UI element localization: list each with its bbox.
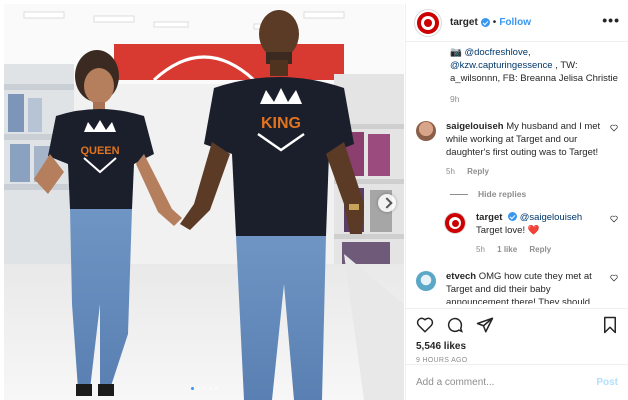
reply-item: target @saigelouiseh Target love! ❤️ 5h … [444,211,618,256]
post-header: target • Follow ••• [406,4,628,42]
comment-icon[interactable] [446,316,464,334]
comment-input[interactable] [416,377,597,388]
save-bookmark-icon[interactable] [602,316,618,334]
verified-badge-icon [480,18,490,27]
post-side-panel: target • Follow ••• 📷 @docfreshlove, @kz… [405,4,628,400]
caption-time: 9h [450,94,460,104]
queen-shirt-text: QUEEN [80,145,119,157]
account-username[interactable]: target [450,17,478,28]
hide-replies-button[interactable]: Hide replies [450,188,618,201]
comment-time: 5h [446,167,455,176]
post-button[interactable]: Post [596,377,618,388]
store-couple-photo: QUEEN KING [4,4,404,400]
avatar[interactable] [414,8,442,37]
camera-emoji-icon: 📷 [450,47,462,58]
heart-icon[interactable] [610,274,618,282]
heart-icon[interactable] [416,316,434,334]
carousel-dot[interactable] [208,387,212,390]
reply-likes[interactable]: 1 like [497,245,517,254]
post-actions: 5,546 likes 9 HOURS AGO [406,308,628,364]
carousel-dot[interactable] [196,387,200,390]
caption-tail: 📷 @docfreshlove, @kzw.capturingessence ,… [416,46,618,106]
avatar[interactable] [444,212,466,234]
reply-mention[interactable]: @saigelouiseh [520,212,582,223]
heart-icon[interactable] [610,215,618,223]
reply-button[interactable]: Reply [529,245,551,254]
posted-time: 9 HOURS AGO [416,357,468,364]
instagram-post-modal: QUEEN KING target • Follow ••• 📷 @docfre… [0,0,628,400]
add-comment-bar: Post [406,364,628,400]
follow-button[interactable]: Follow [499,17,531,28]
reply-username[interactable]: target [476,212,502,223]
reply-time: 5h [476,245,485,254]
caption-separator: , [528,47,531,58]
caption-mention[interactable]: @docfreshlove [464,47,528,58]
comment-username[interactable]: saigelouiseh [446,121,504,132]
reply-text: Target love! ❤️ [476,225,540,236]
carousel-dot[interactable] [202,387,206,390]
caption-mention[interactable]: @kzw.capturingessence [450,60,553,71]
bullseye-logo-icon [445,213,465,233]
post-photo[interactable]: QUEEN KING [4,4,404,400]
carousel-dot[interactable] [214,387,218,390]
more-options-icon[interactable]: ••• [602,13,620,31]
comment-username[interactable]: etvech [446,271,476,282]
comment-item: saigelouiseh My husband and I met while … [416,120,618,178]
bullseye-logo-icon [417,11,439,34]
reply-button[interactable]: Reply [467,167,489,176]
next-arrow-icon[interactable] [378,194,396,212]
separator-dot: • [492,17,497,28]
verified-badge-icon [508,212,518,221]
carousel-dot[interactable] [190,387,194,390]
king-shirt-text: KING [261,115,301,132]
avatar[interactable] [416,121,436,141]
heart-icon[interactable] [610,124,618,132]
likes-count[interactable]: 5,546 likes [416,341,618,352]
avatar[interactable] [416,271,436,291]
share-icon[interactable] [476,316,494,334]
comment-item: etvech OMG how cute they met at Target a… [416,270,618,304]
carousel-dots [4,387,404,390]
comments-list[interactable]: 📷 @docfreshlove, @kzw.capturingessence ,… [406,42,628,304]
